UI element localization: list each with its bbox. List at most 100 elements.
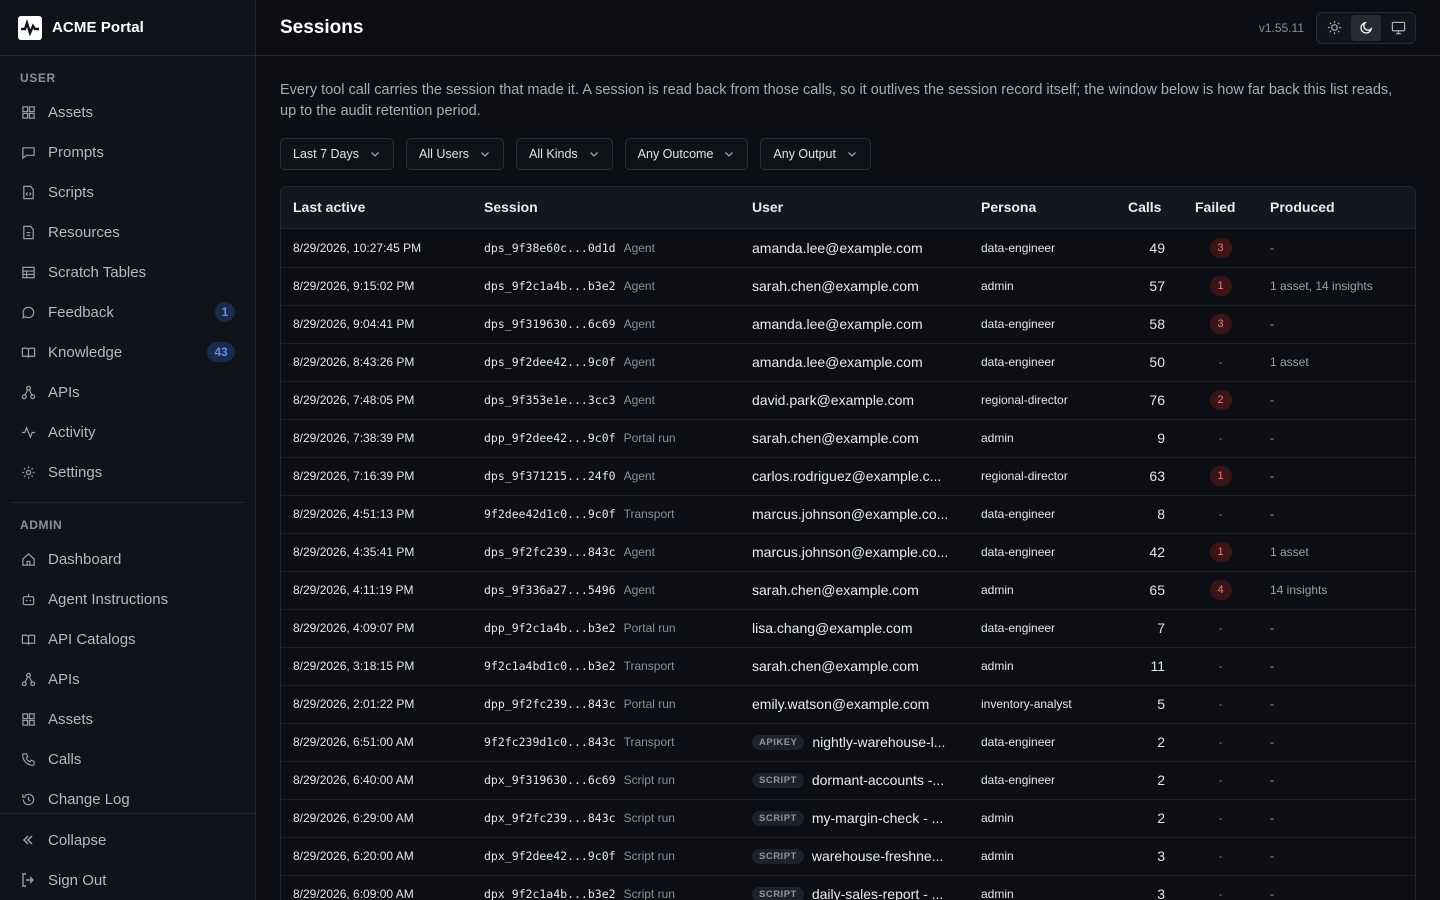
- filter-last-7-days-dropdown[interactable]: Last 7 Days: [280, 138, 395, 170]
- session-id[interactable]: 9f2c1a4bd1c0...b3e2: [484, 659, 616, 673]
- failed-cell: 4: [1183, 571, 1258, 609]
- failed-empty: -: [1218, 659, 1223, 673]
- failed-empty: -: [1218, 887, 1223, 900]
- session-id[interactable]: dps_9f371215...24f0: [484, 469, 616, 483]
- user-value: david.park@example.com: [752, 392, 915, 408]
- table-row[interactable]: 8/29/2026, 7:48:05 PM dps_9f353e1e...3cc3…: [281, 381, 1415, 419]
- user-sidebar-item-resources[interactable]: Resources: [0, 212, 255, 252]
- filter-bar: Last 7 Days All Users All Kinds Any Outcome…: [280, 138, 1416, 170]
- session-id[interactable]: dps_9f2c1a4b...b3e2: [484, 279, 616, 293]
- session-cell: dpx_9f2fc239...843c Script run: [472, 799, 740, 837]
- table-row[interactable]: 8/29/2026, 6:51:00 AM 9f2fc239d1c0...843c…: [281, 723, 1415, 761]
- table-row[interactable]: 8/29/2026, 9:04:41 PM dps_9f319630...6c69…: [281, 305, 1415, 343]
- persona-value: admin: [981, 279, 1014, 293]
- column-header-session[interactable]: Session: [472, 187, 740, 229]
- system-theme-button[interactable]: [1383, 15, 1413, 41]
- table-row[interactable]: 8/29/2026, 9:15:02 PM dps_9f2c1a4b...b3e2…: [281, 267, 1415, 305]
- admin-sidebar-item-api-catalogs[interactable]: API Catalogs: [0, 619, 255, 659]
- session-id[interactable]: dpx_9f2c1a4b...b3e2: [484, 887, 616, 900]
- session-id[interactable]: dps_9f2fc239...843c: [484, 545, 616, 559]
- user-sidebar-item-settings[interactable]: Settings: [0, 452, 255, 492]
- admin-sidebar-item-apis[interactable]: APIs: [0, 659, 255, 699]
- persona-cell: data-engineer: [969, 305, 1116, 343]
- session-id[interactable]: dpx_9f2dee42...9c0f: [484, 849, 616, 863]
- admin-sidebar-item-assets[interactable]: Assets: [0, 699, 255, 739]
- user-sidebar-item-activity[interactable]: Activity: [0, 412, 255, 452]
- sidebar-item-label: Calls: [48, 750, 82, 768]
- session-id[interactable]: 9f2dee42d1c0...9c0f: [484, 507, 616, 521]
- persona-cell: admin: [969, 267, 1116, 305]
- produced-cell: -: [1258, 609, 1415, 647]
- dark-theme-button[interactable]: [1351, 14, 1381, 41]
- admin-sidebar-item-calls[interactable]: Calls: [0, 739, 255, 779]
- user-sidebar-item-knowledge[interactable]: Knowledge 43: [0, 332, 255, 372]
- table-row[interactable]: 8/29/2026, 4:35:41 PM dps_9f2fc239...843c…: [281, 533, 1415, 571]
- last-active-value: 8/29/2026, 7:48:05 PM: [293, 393, 415, 407]
- user-sidebar-item-prompts[interactable]: Prompts: [0, 132, 255, 172]
- table-row[interactable]: 8/29/2026, 8:43:26 PM dps_9f2dee42...9c0f…: [281, 343, 1415, 381]
- session-id[interactable]: dpp_9f2dee42...9c0f: [484, 431, 616, 445]
- filter-any-output-dropdown[interactable]: Any Output: [760, 138, 871, 170]
- filter-all-kinds-dropdown[interactable]: All Kinds: [516, 138, 613, 170]
- persona-cell: data-engineer: [969, 533, 1116, 571]
- session-id[interactable]: dps_9f2dee42...9c0f: [484, 355, 616, 369]
- calls-value: 2: [1157, 734, 1165, 750]
- last-active-value: 8/29/2026, 3:18:15 PM: [293, 659, 415, 673]
- session-id[interactable]: dpp_9f2fc239...843c: [484, 697, 616, 711]
- filter-any-outcome-dropdown[interactable]: Any Outcome: [624, 138, 749, 170]
- user-sidebar-item-assets[interactable]: Assets: [0, 92, 255, 132]
- failed-count-badge: 3: [1209, 314, 1232, 334]
- column-header-persona[interactable]: Persona: [969, 187, 1116, 229]
- column-header-produced[interactable]: Produced: [1258, 187, 1415, 229]
- user-sidebar-item-scripts[interactable]: Scripts: [0, 172, 255, 212]
- session-id[interactable]: dpx_9f2fc239...843c: [484, 811, 616, 825]
- user-cell: amanda.lee@example.com: [740, 343, 969, 381]
- column-header-last-active[interactable]: Last active: [281, 187, 472, 229]
- produced-cell: 1 asset: [1258, 343, 1415, 381]
- user-sidebar-item-feedback[interactable]: Feedback 1: [0, 292, 255, 332]
- sidebar-item-label: Change Log: [48, 790, 130, 808]
- session-id[interactable]: dps_9f336a27...5496: [484, 583, 616, 597]
- table-row[interactable]: 8/29/2026, 4:09:07 PM dpp_9f2c1a4b...b3e2…: [281, 609, 1415, 647]
- table-row[interactable]: 8/29/2026, 6:40:00 AM dpx_9f319630...6c69…: [281, 761, 1415, 799]
- table-row[interactable]: 8/29/2026, 6:29:00 AM dpx_9f2fc239...843c…: [281, 799, 1415, 837]
- column-header-calls[interactable]: Calls: [1116, 187, 1183, 229]
- column-header-failed[interactable]: Failed: [1183, 187, 1258, 229]
- session-id[interactable]: dpp_9f2c1a4b...b3e2: [484, 621, 616, 635]
- session-id[interactable]: dps_9f353e1e...3cc3: [484, 393, 616, 407]
- session-id[interactable]: dpx_9f319630...6c69: [484, 773, 616, 787]
- admin-sidebar-item-dashboard[interactable]: Dashboard: [0, 539, 255, 579]
- user-sidebar-item-apis[interactable]: APIs: [0, 372, 255, 412]
- last-active-cell: 8/29/2026, 10:27:45 PM: [281, 228, 472, 267]
- user-sidebar-item-scratch-tables[interactable]: Scratch Tables: [0, 252, 255, 292]
- table-row[interactable]: 8/29/2026, 4:51:13 PM 9f2dee42d1c0...9c0f…: [281, 495, 1415, 533]
- session-cell: dpx_9f2c1a4b...b3e2 Script run: [472, 875, 740, 900]
- session-id[interactable]: dps_9f319630...6c69: [484, 317, 616, 331]
- brand[interactable]: ACME Portal: [0, 0, 255, 56]
- table-row[interactable]: 8/29/2026, 7:38:39 PM dpp_9f2dee42...9c0f…: [281, 419, 1415, 457]
- sidebar-item-label: Feedback: [48, 303, 114, 321]
- last-active-cell: 8/29/2026, 7:38:39 PM: [281, 419, 472, 457]
- calls-cell: 49: [1116, 228, 1183, 267]
- session-id[interactable]: 9f2fc239d1c0...843c: [484, 735, 616, 749]
- table-row[interactable]: 8/29/2026, 2:01:22 PM dpp_9f2fc239...843c…: [281, 685, 1415, 723]
- column-header-user[interactable]: User: [740, 187, 969, 229]
- admin-sidebar-item-agent-instructions[interactable]: Agent Instructions: [0, 579, 255, 619]
- session-cell: 9f2fc239d1c0...843c Transport: [472, 723, 740, 761]
- filter-all-users-dropdown[interactable]: All Users: [406, 138, 505, 170]
- light-theme-button[interactable]: [1319, 15, 1349, 41]
- sign-out-button[interactable]: Sign Out: [0, 860, 255, 900]
- persona-value: admin: [981, 659, 1014, 673]
- table-row[interactable]: 8/29/2026, 10:27:45 PM dps_9f38e60c...0d1…: [281, 228, 1415, 267]
- calls-cell: 65: [1116, 571, 1183, 609]
- table-row[interactable]: 8/29/2026, 7:16:39 PM dps_9f371215...24f0…: [281, 457, 1415, 495]
- table-row[interactable]: 8/29/2026, 6:20:00 AM dpx_9f2dee42...9c0f…: [281, 837, 1415, 875]
- collapse-button[interactable]: Collapse: [0, 820, 255, 860]
- failed-count-badge: 1: [1209, 276, 1232, 296]
- table-row[interactable]: 8/29/2026, 3:18:15 PM 9f2c1a4bd1c0...b3e2…: [281, 647, 1415, 685]
- table-row[interactable]: 8/29/2026, 6:09:00 AM dpx_9f2c1a4b...b3e2…: [281, 875, 1415, 900]
- table-row[interactable]: 8/29/2026, 4:11:19 PM dps_9f336a27...5496…: [281, 571, 1415, 609]
- session-id[interactable]: dps_9f38e60c...0d1d: [484, 241, 616, 255]
- last-active-cell: 8/29/2026, 3:18:15 PM: [281, 647, 472, 685]
- user-cell: amanda.lee@example.com: [740, 228, 969, 267]
